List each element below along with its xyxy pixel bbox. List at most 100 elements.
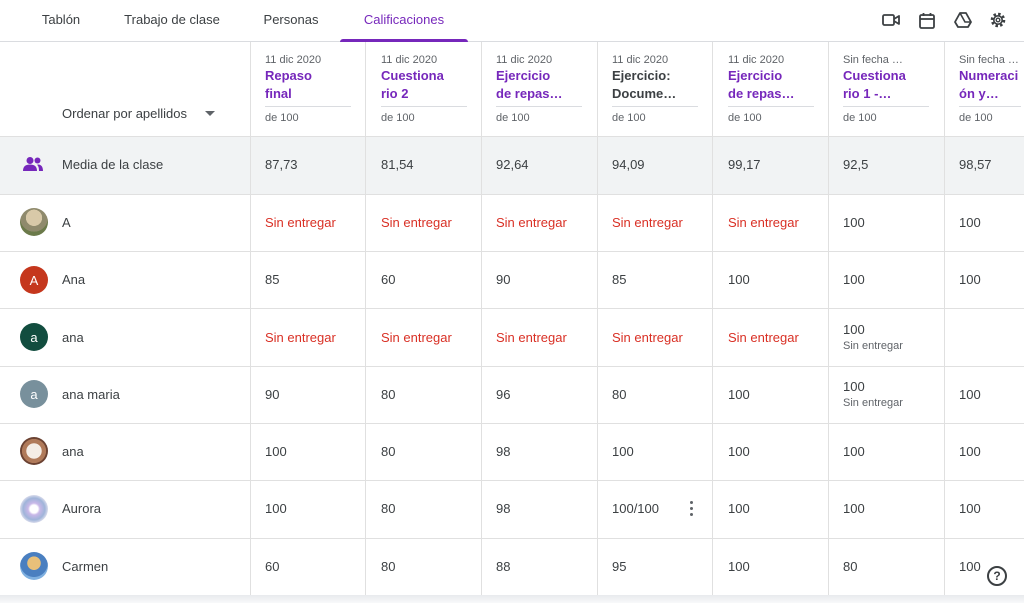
grade-cell[interactable]: 100 <box>265 444 287 459</box>
grade-cell[interactable]: 100 <box>728 387 750 402</box>
avatar <box>20 495 48 523</box>
student-name[interactable]: ana maria <box>62 387 120 402</box>
calendar-icon[interactable] <box>916 9 938 31</box>
column-title[interactable]: Cuestiona rio 2 <box>381 67 467 103</box>
column-divider <box>959 106 1021 107</box>
grade-cell[interactable]: 100 <box>959 559 981 574</box>
column-title[interactable]: Repaso final <box>265 67 351 103</box>
column-title[interactable]: Ejercicio de repas… <box>496 67 582 103</box>
grade-cell[interactable]: 80 <box>381 559 395 574</box>
grade-cell[interactable]: Sin entregar <box>265 330 336 345</box>
student-name[interactable]: A <box>62 215 71 230</box>
grade-cell[interactable]: 85 <box>265 272 279 287</box>
column-divider <box>496 106 582 107</box>
column-date: 11 dic 2020 <box>265 54 322 66</box>
grade-cell[interactable]: 100 <box>843 379 865 394</box>
grade-cell[interactable]: 80 <box>381 444 395 459</box>
column-title[interactable]: Numeraci ón y… <box>959 67 1021 103</box>
grade-cell[interactable]: 98 <box>496 501 510 516</box>
grid-line <box>365 42 366 603</box>
grade-cell[interactable]: 100 <box>959 215 981 230</box>
grade-cell[interactable]: Sin entregar <box>496 215 567 230</box>
grade-cell[interactable]: 100 <box>728 559 750 574</box>
dropdown-arrow-icon <box>205 111 216 116</box>
grade-cell[interactable]: 100 <box>728 444 750 459</box>
student-name[interactable]: Aurora <box>62 501 101 516</box>
student-name[interactable]: ana <box>62 330 84 345</box>
average-value: 87,73 <box>265 157 298 172</box>
column-title[interactable]: Ejercicio: Documе… <box>612 67 698 103</box>
grid-line <box>0 538 1024 539</box>
grade-cell[interactable]: 100 <box>959 501 981 516</box>
grade-cell[interactable]: 60 <box>265 559 279 574</box>
grade-cell[interactable]: 100 <box>728 272 750 287</box>
grid-line <box>0 480 1024 481</box>
grade-cell[interactable]: 90 <box>496 272 510 287</box>
grade-cell[interactable]: 100 <box>843 272 865 287</box>
missing-status: Sin entregar <box>843 340 903 352</box>
grade-cell[interactable]: 100 <box>843 501 865 516</box>
grade-cell[interactable]: 60 <box>381 272 395 287</box>
column-title[interactable]: Cuestiona rio 1 -… <box>843 67 929 103</box>
student-name[interactable]: Ana <box>62 272 85 287</box>
average-value: 98,57 <box>959 157 992 172</box>
grade-cell[interactable]: 100 <box>959 387 981 402</box>
grade-cell[interactable]: 95 <box>612 559 626 574</box>
drive-icon[interactable] <box>952 9 974 31</box>
average-value: 94,09 <box>612 157 645 172</box>
grade-cell[interactable]: 100 <box>843 215 865 230</box>
grade-cell[interactable]: 80 <box>381 387 395 402</box>
grid-line <box>0 366 1024 367</box>
grade-cell[interactable]: 80 <box>843 559 857 574</box>
people-icon <box>22 156 44 177</box>
sort-label: Ordenar por apellidos <box>62 106 188 121</box>
column-divider <box>381 106 467 107</box>
grade-cell[interactable]: 88 <box>496 559 510 574</box>
grade-cell[interactable]: Sin entregar <box>381 215 452 230</box>
average-value: 92,5 <box>843 157 869 172</box>
column-divider <box>265 106 351 107</box>
column-date: 11 dic 2020 <box>496 54 553 66</box>
column-divider <box>612 106 698 107</box>
sort-dropdown[interactable]: Ordenar por apellidos <box>62 106 216 121</box>
column-date: Sin fecha … <box>843 54 903 66</box>
grade-cell[interactable]: Sin entregar <box>496 330 567 345</box>
more-vert-icon[interactable] <box>690 501 694 519</box>
grade-cell[interactable]: 90 <box>265 387 279 402</box>
grid-line <box>597 42 598 603</box>
grade-cell[interactable]: 100/100 <box>612 501 659 516</box>
video-icon[interactable] <box>880 9 902 31</box>
student-name[interactable]: ana <box>62 444 84 459</box>
column-points: de 100 <box>381 112 415 124</box>
grade-cell[interactable]: 100 <box>265 501 287 516</box>
tab-stream[interactable]: Tablón <box>40 0 82 42</box>
grade-cell[interactable]: 100 <box>728 501 750 516</box>
grade-cell[interactable]: 96 <box>496 387 510 402</box>
column-points: de 100 <box>959 112 993 124</box>
grade-cell[interactable]: Sin entregar <box>381 330 452 345</box>
grade-cell[interactable]: 100 <box>959 444 981 459</box>
tab-grades[interactable]: Calificaciones <box>340 0 468 42</box>
settings-icon[interactable] <box>987 9 1009 31</box>
grid-line <box>828 42 829 603</box>
column-title[interactable]: Ejercicio de repas… <box>728 67 814 103</box>
grade-cell[interactable]: 80 <box>612 387 626 402</box>
grade-cell[interactable]: Sin entregar <box>728 330 799 345</box>
grade-cell[interactable]: 98 <box>496 444 510 459</box>
grade-cell[interactable]: Sin entregar <box>612 215 683 230</box>
grade-cell[interactable]: Sin entregar <box>612 330 683 345</box>
grade-cell[interactable]: 100 <box>843 322 865 337</box>
grade-cell[interactable]: 85 <box>612 272 626 287</box>
grade-cell[interactable]: 80 <box>381 501 395 516</box>
scroll-shadow <box>0 595 1024 603</box>
tab-classwork[interactable]: Trabajo de clase <box>123 0 221 42</box>
grade-cell[interactable]: Sin entregar <box>728 215 799 230</box>
grade-cell[interactable]: 100 <box>843 444 865 459</box>
tab-people[interactable]: Personas <box>263 0 319 42</box>
grade-cell[interactable]: 100 <box>612 444 634 459</box>
avatar: a <box>20 380 48 408</box>
grade-cell[interactable]: Sin entregar <box>265 215 336 230</box>
student-name[interactable]: Carmen <box>62 559 108 574</box>
help-icon[interactable]: ? <box>987 566 1007 586</box>
grade-cell[interactable]: 100 <box>959 272 981 287</box>
